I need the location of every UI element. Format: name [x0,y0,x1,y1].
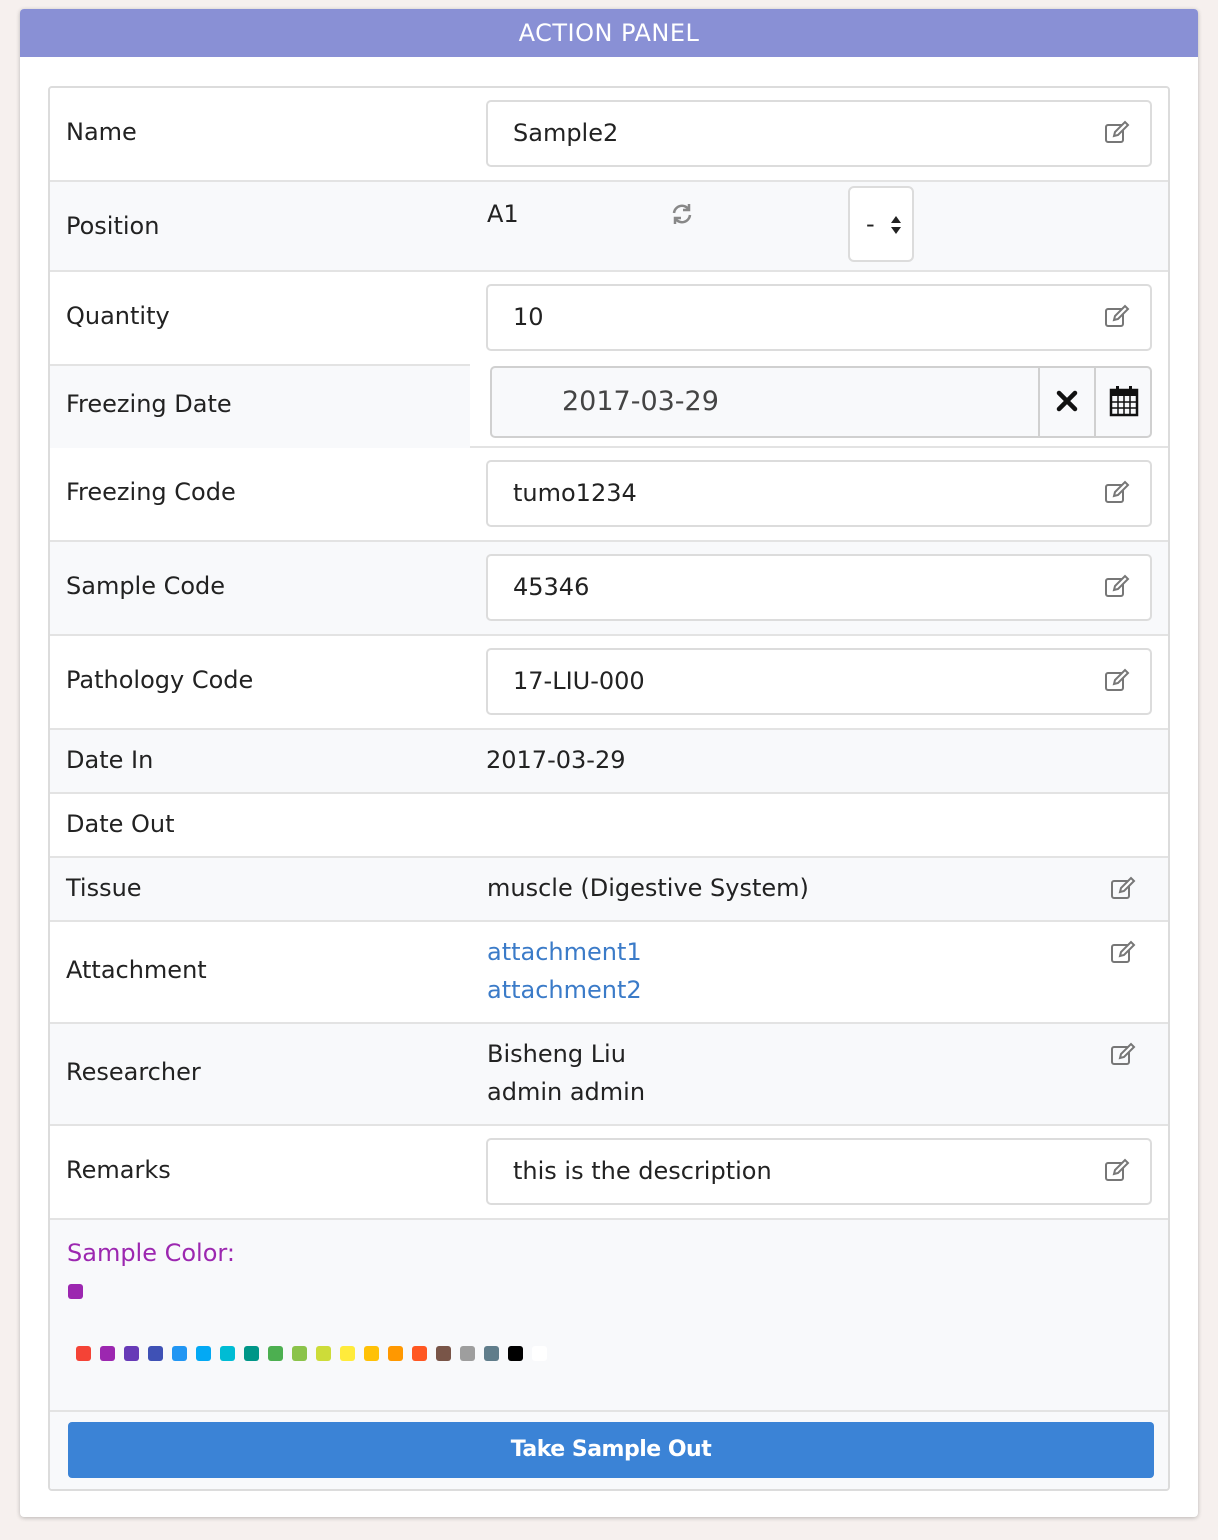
researcher-name: admin admin [487,1078,646,1106]
clear-date-button[interactable] [1038,368,1094,436]
freezing-code-field[interactable]: tumo1234 [486,460,1152,527]
quantity-label: Quantity [66,302,170,330]
select-arrows-icon [891,216,901,234]
color-swatch[interactable] [436,1346,451,1361]
row-researcher: Researcher Bisheng Liu admin admin [50,1024,1168,1126]
open-calendar-button[interactable] [1094,368,1150,436]
pathology-code-field[interactable]: 17-LIU-000 [486,648,1152,715]
section-divider [50,1410,1168,1412]
freezing-date-label: Freezing Date [66,390,232,418]
row-name: Name Sample2 [50,88,1168,182]
color-swatch[interactable] [316,1346,331,1361]
color-swatch[interactable] [388,1346,403,1361]
color-swatch[interactable] [76,1346,91,1361]
edit-icon[interactable] [1104,574,1130,600]
sample-code-label: Sample Code [66,572,226,600]
row-quantity: Quantity 10 Freezing Date 2017-03-29 [50,272,1168,448]
color-swatch[interactable] [172,1346,187,1361]
sample-code-field[interactable]: 45346 [486,554,1152,621]
row-date-in: Date In 2017-03-29 [50,730,1168,794]
freezing-date-picker[interactable]: 2017-03-29 [490,366,1152,438]
color-swatch[interactable] [124,1346,139,1361]
remarks-value: this is the description [513,1157,772,1185]
color-swatch[interactable] [244,1346,259,1361]
color-swatch[interactable] [268,1346,283,1361]
color-palette [76,1346,576,1366]
sample-color-label: Sample Color: [67,1239,235,1267]
date-in-value: 2017-03-29 [486,746,626,774]
quantity-field[interactable]: 10 [486,284,1152,351]
position-label: Position [66,212,160,240]
researcher-label: Researcher [66,1058,201,1086]
calendar-icon [1109,386,1139,417]
attachment-link[interactable]: attachment2 [487,976,642,1004]
close-icon [1056,390,1078,412]
color-swatch[interactable] [220,1346,235,1361]
edit-icon[interactable] [1110,876,1136,902]
row-pathology-code: Pathology Code 17-LIU-000 [50,636,1168,730]
edit-icon[interactable] [1104,304,1130,330]
date-out-label: Date Out [66,810,175,838]
freezing-code-label: Freezing Code [66,478,236,506]
date-in-label: Date In [66,746,154,774]
color-swatch[interactable] [292,1346,307,1361]
color-swatch[interactable] [364,1346,379,1361]
position-select[interactable]: - [848,186,914,262]
color-swatch[interactable] [460,1346,475,1361]
pathology-code-label: Pathology Code [66,666,254,694]
freezing-date-label-cell: Freezing Date [50,364,470,448]
position-value: A1 [487,200,519,228]
refresh-icon[interactable] [670,202,694,226]
selected-color-swatch [68,1284,83,1299]
attachment-label: Attachment [66,956,207,984]
researcher-name: Bisheng Liu [487,1040,626,1068]
row-attachment: Attachment attachment1 attachment2 [50,922,1168,1024]
edit-icon[interactable] [1110,940,1136,966]
color-swatch[interactable] [100,1346,115,1361]
edit-icon[interactable] [1104,120,1130,146]
name-value: Sample2 [513,119,619,147]
position-select-value: - [866,210,875,238]
edit-icon[interactable] [1104,668,1130,694]
row-freezing-code: Freezing Code tumo1234 [50,448,1168,542]
color-swatch[interactable] [532,1346,547,1361]
action-panel: ACTION PANEL Name Sample2 Position A1 - … [20,9,1198,1517]
color-swatch[interactable] [484,1346,499,1361]
name-label: Name [66,118,137,146]
edit-icon[interactable] [1110,1042,1136,1068]
color-swatch[interactable] [340,1346,355,1361]
color-swatch[interactable] [508,1346,523,1361]
name-field[interactable]: Sample2 [486,100,1152,167]
edit-icon[interactable] [1104,480,1130,506]
tissue-label: Tissue [66,874,142,902]
attachment-link[interactable]: attachment1 [487,938,642,966]
sample-code-value: 45346 [513,573,590,601]
remarks-field[interactable]: this is the description [486,1138,1152,1205]
row-position: Position A1 - [50,182,1168,272]
pathology-code-value: 17-LIU-000 [513,667,645,695]
freezing-code-value: tumo1234 [513,479,637,507]
take-sample-out-button[interactable]: Take Sample Out [68,1422,1154,1478]
quantity-value: 10 [513,303,544,331]
panel-title: ACTION PANEL [20,9,1198,57]
sample-details-card: Name Sample2 Position A1 - Quantity 10 F… [48,86,1170,1491]
row-sample-code: Sample Code 45346 [50,542,1168,636]
tissue-value: muscle (Digestive System) [487,874,809,902]
color-swatch[interactable] [148,1346,163,1361]
row-tissue: Tissue muscle (Digestive System) [50,858,1168,922]
remarks-label: Remarks [66,1156,171,1184]
row-date-out: Date Out [50,794,1168,858]
row-remarks: Remarks this is the description [50,1126,1168,1220]
color-swatch[interactable] [412,1346,427,1361]
edit-icon[interactable] [1104,1158,1130,1184]
freezing-date-value: 2017-03-29 [562,386,719,417]
color-swatch[interactable] [196,1346,211,1361]
